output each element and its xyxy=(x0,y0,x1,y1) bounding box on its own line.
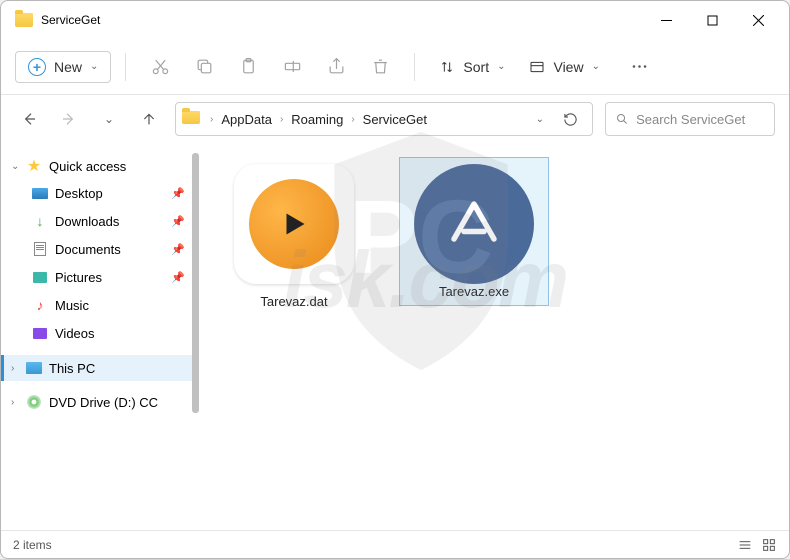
view-icon xyxy=(529,59,545,75)
details-view-button[interactable] xyxy=(737,537,753,553)
icons-view-button[interactable] xyxy=(761,537,777,553)
up-button[interactable] xyxy=(135,105,163,133)
minimize-button[interactable] xyxy=(643,4,689,36)
item-count: 2 items xyxy=(13,538,52,552)
explorer-window: ServiceGet + New ⌄ Sort xyxy=(0,0,790,559)
music-icon: ♪ xyxy=(31,296,49,314)
sidebar-this-pc[interactable]: › This PC xyxy=(1,355,199,381)
chevron-down-icon: ⌄ xyxy=(90,61,98,72)
file-name: Tarevaz.exe xyxy=(439,284,509,299)
sidebar-item-desktop[interactable]: Desktop📌 xyxy=(1,179,199,207)
sort-icon xyxy=(439,59,455,75)
sidebar: ⌄ ★ Quick access Desktop📌 ↓Downloads📌 Do… xyxy=(1,143,199,530)
pc-icon xyxy=(25,359,43,377)
pin-icon: 📌 xyxy=(171,187,185,200)
paste-button[interactable] xyxy=(228,49,268,85)
close-button[interactable] xyxy=(735,4,781,36)
new-button[interactable]: + New ⌄ xyxy=(15,51,111,83)
play-icon xyxy=(249,179,339,269)
file-name: Tarevaz.dat xyxy=(260,294,327,309)
star-icon: ★ xyxy=(25,157,43,175)
file-icon xyxy=(234,164,354,284)
sort-label: Sort xyxy=(463,59,489,75)
plus-icon: + xyxy=(28,58,46,76)
pin-icon: 📌 xyxy=(171,271,185,284)
breadcrumb-serviceget[interactable]: ServiceGet xyxy=(359,110,431,129)
folder-icon xyxy=(182,111,202,127)
collapse-icon: ⌄ xyxy=(11,161,25,172)
breadcrumb-separator: › xyxy=(349,114,356,125)
a-logo-icon xyxy=(444,194,504,254)
sidebar-quick-access[interactable]: ⌄ ★ Quick access xyxy=(1,153,199,179)
back-button[interactable] xyxy=(15,105,43,133)
recent-button[interactable]: ⌄ xyxy=(95,105,123,133)
more-button[interactable] xyxy=(620,49,660,85)
chevron-down-icon: ⌄ xyxy=(592,61,600,72)
sidebar-item-documents[interactable]: Documents📌 xyxy=(1,235,199,263)
sidebar-item-downloads[interactable]: ↓Downloads📌 xyxy=(1,207,199,235)
separator xyxy=(414,53,415,81)
pin-icon: 📌 xyxy=(171,243,185,256)
share-button[interactable] xyxy=(316,49,356,85)
expand-icon: › xyxy=(11,363,25,374)
expand-icon: › xyxy=(11,397,25,408)
sort-button[interactable]: Sort ⌄ xyxy=(429,53,515,81)
file-item[interactable]: Tarevaz.dat xyxy=(219,157,369,316)
delete-button[interactable] xyxy=(360,49,400,85)
titlebar: ServiceGet xyxy=(1,1,789,39)
window-title: ServiceGet xyxy=(41,13,643,27)
downloads-icon: ↓ xyxy=(31,212,49,230)
toolbar: + New ⌄ Sort ⌄ View ⌄ xyxy=(1,39,789,95)
documents-icon xyxy=(31,240,49,258)
sidebar-dvd-drive[interactable]: › DVD Drive (D:) CC xyxy=(1,389,199,415)
search-icon xyxy=(616,112,628,126)
videos-icon xyxy=(31,324,49,342)
new-label: New xyxy=(54,59,82,75)
view-button[interactable]: View ⌄ xyxy=(519,53,609,81)
statusbar: 2 items xyxy=(1,530,789,558)
cut-button[interactable] xyxy=(140,49,180,85)
file-pane[interactable]: Tarevaz.dat Tarevaz.exe xyxy=(199,143,789,530)
this-pc-label: This PC xyxy=(49,361,95,376)
pin-icon: 📌 xyxy=(171,215,185,228)
search-box[interactable] xyxy=(605,102,775,136)
sidebar-item-music[interactable]: ♪Music xyxy=(1,291,199,319)
dvd-icon xyxy=(25,393,43,411)
copy-button[interactable] xyxy=(184,49,224,85)
address-bar[interactable]: › AppData › Roaming › ServiceGet ⌄ xyxy=(175,102,593,136)
sidebar-item-videos[interactable]: Videos xyxy=(1,319,199,347)
breadcrumb-separator: › xyxy=(278,114,285,125)
search-input[interactable] xyxy=(636,112,764,127)
separator xyxy=(125,53,126,81)
scrollbar[interactable] xyxy=(192,153,199,413)
navbar: ⌄ › AppData › Roaming › ServiceGet ⌄ xyxy=(1,95,789,143)
breadcrumb-appdata[interactable]: AppData xyxy=(217,110,276,129)
forward-button[interactable] xyxy=(55,105,83,133)
refresh-button[interactable] xyxy=(554,103,586,135)
breadcrumb-roaming[interactable]: Roaming xyxy=(287,110,347,129)
breadcrumb-separator: › xyxy=(208,114,215,125)
maximize-button[interactable] xyxy=(689,4,735,36)
view-label: View xyxy=(553,59,583,75)
folder-icon xyxy=(15,13,33,27)
dvd-label: DVD Drive (D:) CC xyxy=(49,395,158,410)
chevron-down-icon: ⌄ xyxy=(497,61,505,72)
sidebar-item-pictures[interactable]: Pictures📌 xyxy=(1,263,199,291)
desktop-icon xyxy=(31,184,49,202)
app-icon xyxy=(414,164,534,284)
pictures-icon xyxy=(31,268,49,286)
file-item[interactable]: Tarevaz.exe xyxy=(399,157,549,306)
address-dropdown[interactable]: ⌄ xyxy=(528,114,552,125)
rename-button[interactable] xyxy=(272,49,312,85)
quick-access-label: Quick access xyxy=(49,159,126,174)
